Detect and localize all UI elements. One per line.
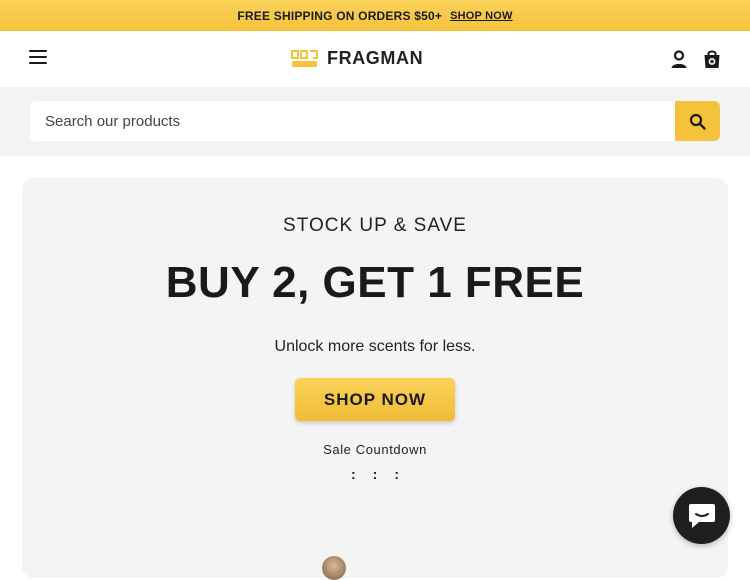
account-button[interactable] bbox=[669, 49, 689, 69]
hero-shop-now-button[interactable]: SHOP NOW bbox=[295, 378, 455, 421]
cart-button[interactable] bbox=[702, 49, 722, 69]
search-band bbox=[0, 87, 750, 156]
site-logo[interactable]: FRAGMAN bbox=[291, 48, 423, 69]
countdown-separator: : bbox=[372, 466, 378, 482]
hero-eyebrow: STOCK UP & SAVE bbox=[283, 215, 467, 236]
account-icon bbox=[671, 50, 687, 68]
search-input[interactable] bbox=[30, 101, 670, 141]
search-icon bbox=[689, 113, 706, 130]
chat-icon bbox=[688, 503, 715, 528]
search-button[interactable] bbox=[675, 101, 720, 141]
announcement-bar: FREE SHIPPING ON ORDERS $50+ SHOP NOW bbox=[0, 0, 750, 31]
announcement-shop-now-link[interactable]: SHOP NOW bbox=[450, 10, 513, 22]
product-image-peek bbox=[322, 556, 346, 580]
announcement-text: FREE SHIPPING ON ORDERS $50+ bbox=[237, 8, 443, 23]
logo-mark-icon bbox=[291, 49, 318, 67]
countdown-timer: : : : bbox=[22, 466, 728, 482]
cart-icon bbox=[704, 50, 720, 68]
menu-icon-bar bbox=[29, 62, 47, 64]
search-box bbox=[30, 101, 720, 141]
menu-icon-bar bbox=[29, 50, 47, 52]
logo-text: FRAGMAN bbox=[327, 48, 424, 68]
promo-hero: STOCK UP & SAVE BUY 2, GET 1 FREE Unlock… bbox=[22, 178, 728, 580]
countdown-separator: : bbox=[394, 466, 399, 482]
countdown-label: Sale Countdown bbox=[323, 442, 427, 457]
hero-headline: BUY 2, GET 1 FREE bbox=[165, 258, 585, 307]
countdown-separator: : bbox=[350, 466, 356, 482]
site-header: FRAGMAN bbox=[0, 31, 750, 87]
menu-button[interactable] bbox=[29, 50, 47, 66]
menu-icon-bar bbox=[29, 56, 47, 58]
hero-subtext: Unlock more scents for less. bbox=[274, 338, 476, 355]
chat-button[interactable] bbox=[673, 487, 730, 544]
